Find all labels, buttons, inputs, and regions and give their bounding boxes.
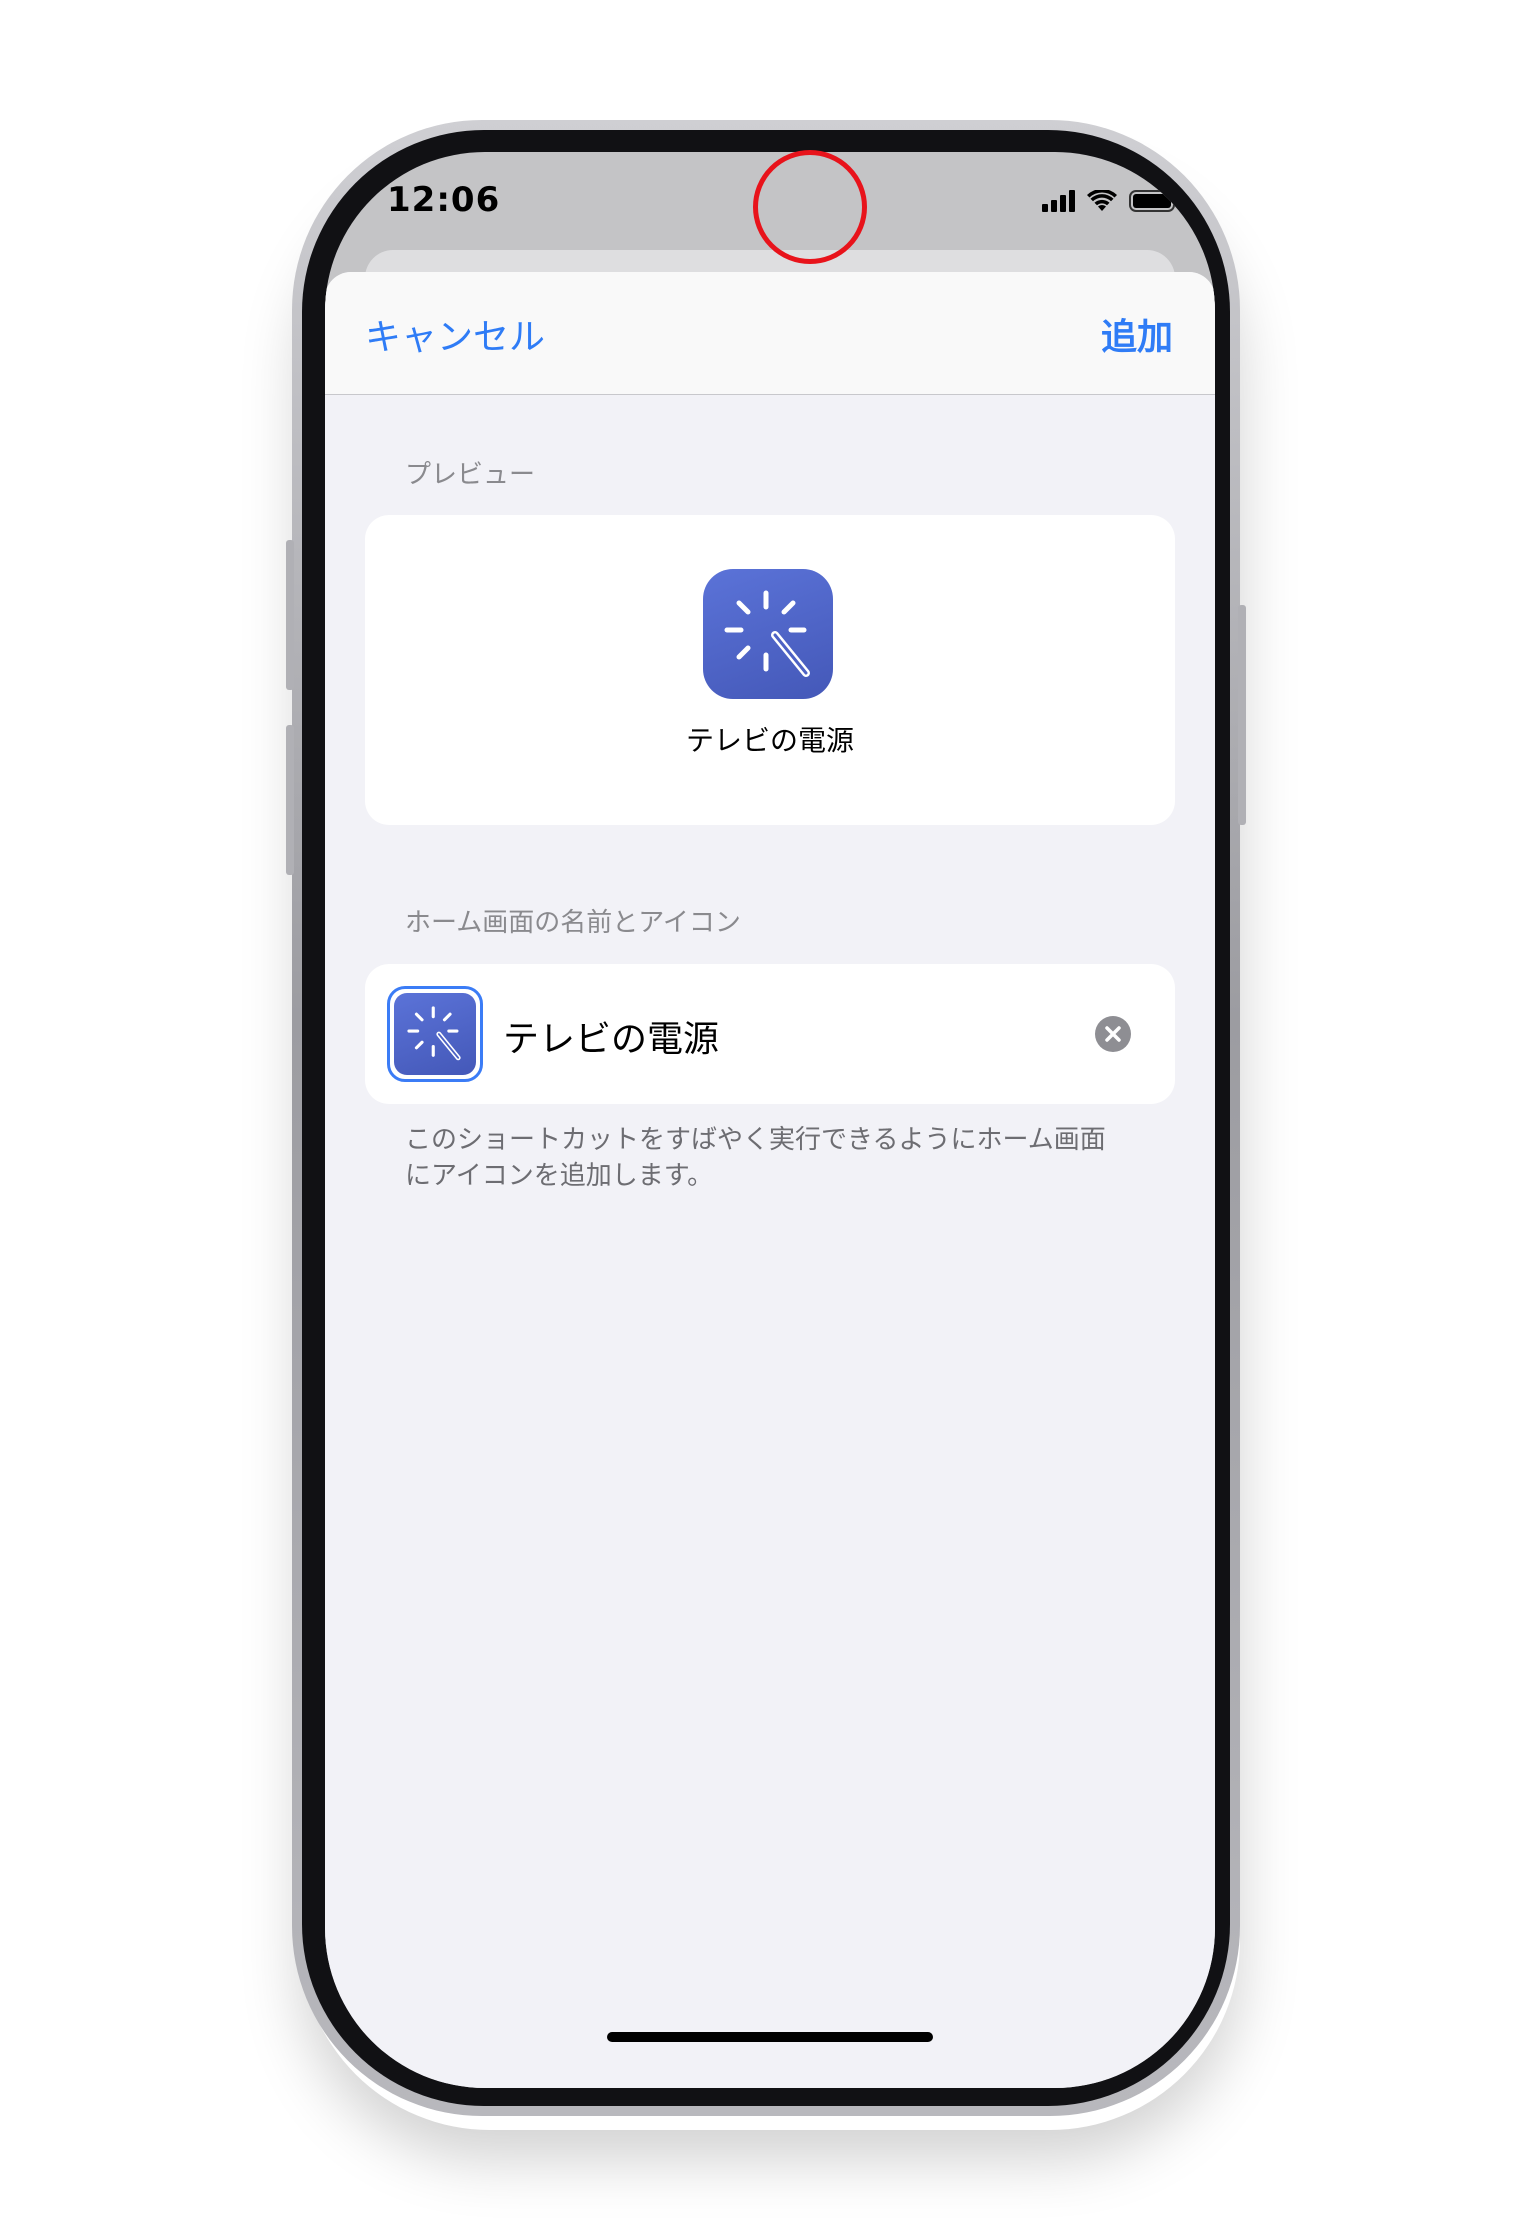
close-icon [1105,1026,1121,1042]
home-screen-section-label: ホーム画面の名前とアイコン [405,908,741,938]
add-button[interactable]: 追加 [1101,308,1173,360]
wifi-icon [1087,190,1117,212]
home-screen-footnote: このショートカットをすばやく実行できるようにホーム画面 にアイコンを追加します。 [405,1122,1145,1194]
power-button [1238,605,1246,825]
navigation-bar: キャンセル 追加 [325,272,1215,395]
magic-wand-icon [703,569,833,699]
footnote-line: にアイコンを追加します。 [405,1161,714,1191]
cancel-button[interactable]: キャンセル [365,308,545,360]
phone-screen: 12:06 キャンセル 追加 プレビュー テレビの電源 ホーム画面の名前とアイコ… [325,152,1215,2088]
home-indicator[interactable] [607,2032,933,2042]
magic-wand-icon [394,993,476,1075]
status-bar: 12:06 [325,152,1215,252]
add-to-home-sheet: キャンセル 追加 プレビュー テレビの電源 ホーム画面の名前とアイコン テレビの… [325,272,1215,2088]
volume-up-button [286,540,294,690]
cellular-signal-icon [1042,190,1075,212]
home-screen-name-field[interactable]: テレビの電源 [503,1010,719,1062]
clear-text-button[interactable] [1095,1016,1131,1052]
status-time: 12:06 [387,180,501,220]
preview-shortcut-name: テレビの電源 [685,724,854,757]
volume-down-button [286,725,294,875]
footnote-line: このショートカットをすばやく実行できるようにホーム画面 [405,1125,1106,1155]
battery-icon [1129,190,1179,212]
status-icons [1042,190,1179,212]
preview-section-label: プレビュー [405,460,536,490]
icon-picker-button[interactable] [387,986,483,1082]
home-screen-name-row: テレビの電源 [365,964,1175,1104]
preview-card: テレビの電源 [365,515,1175,825]
